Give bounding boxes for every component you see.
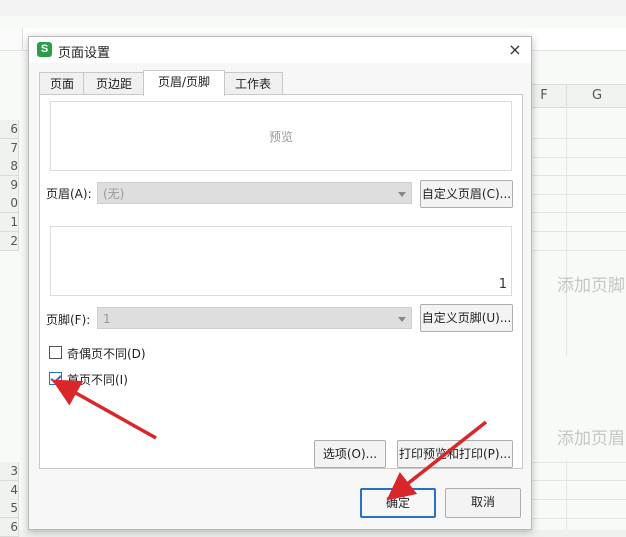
red-arrow-to-ok-button: [386, 420, 488, 501]
tab-header-footer[interactable]: 页眉/页脚: [143, 70, 225, 96]
red-arrow-to-first-page-checkbox: [51, 379, 157, 440]
annotation-arrows: [51, 379, 488, 501]
